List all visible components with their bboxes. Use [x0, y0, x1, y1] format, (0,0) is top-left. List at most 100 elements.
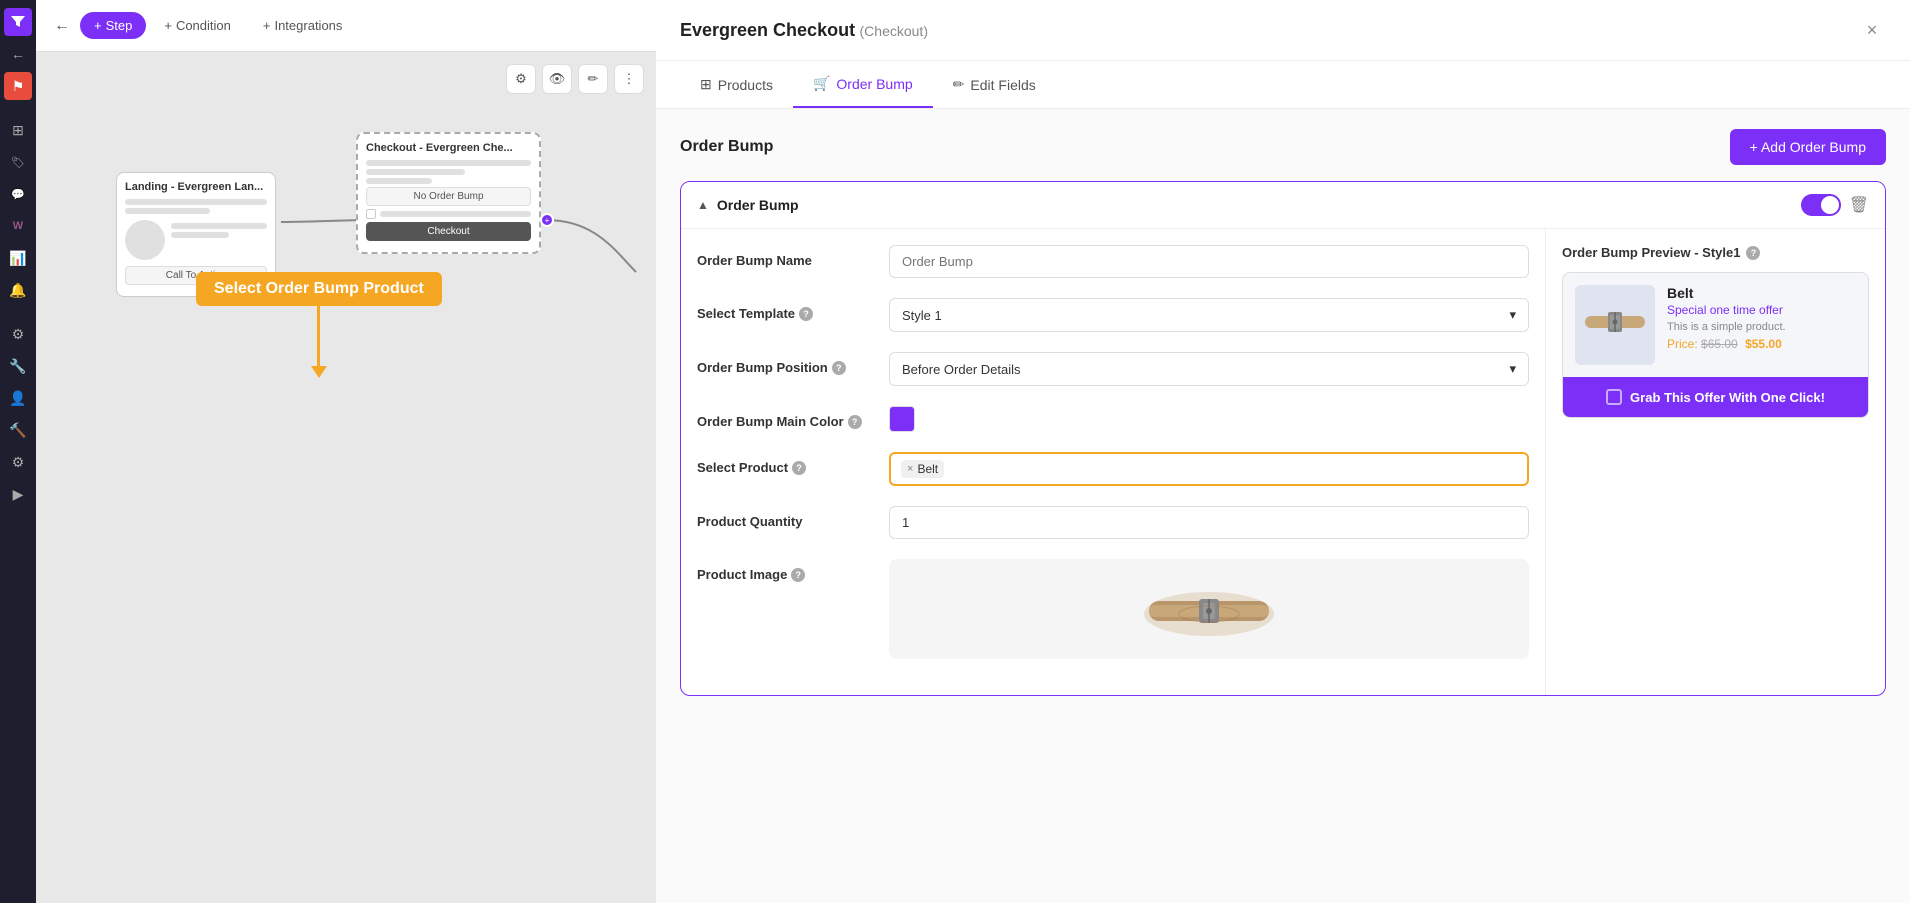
preview-info: Belt Special one time offer This is a si… [1667, 285, 1856, 365]
tab-edit-fields[interactable]: ✏ Edit Fields [933, 61, 1056, 108]
delete-order-bump-button[interactable]: 🗑 [1849, 195, 1869, 215]
flag-icon[interactable]: ⚑ [4, 72, 32, 100]
add-order-bump-button[interactable]: + Add Order Bump [1730, 129, 1886, 165]
landing-placeholder-3 [171, 223, 267, 229]
position-select[interactable]: Before Order Details ▾ [889, 352, 1529, 386]
user-icon[interactable]: 👤 [4, 384, 32, 412]
preview-section: Order Bump Preview - Style1 ? [1545, 229, 1885, 695]
more-tool[interactable]: ⋮ [614, 64, 644, 94]
landing-cta-btn[interactable]: Call To Action [125, 266, 267, 285]
chevron-icon[interactable]: ▲ [697, 198, 709, 212]
position-chevron: ▾ [1509, 361, 1516, 377]
form-row-quantity: Product Quantity [697, 506, 1529, 539]
preview-description: This is a simple product. [1667, 321, 1856, 333]
preview-product-name: Belt [1667, 285, 1856, 301]
preview-price: Price: $65.00 $55.00 [1667, 337, 1856, 351]
form-row-color: Order Bump Main Color ? [697, 406, 1529, 432]
grab-offer-button[interactable]: Grab This Offer With One Click! [1563, 377, 1868, 417]
landing-placeholder-2 [125, 208, 210, 214]
form-row-product: Select Product ? × Belt [697, 452, 1529, 486]
order-bump-toggle[interactable] [1801, 194, 1841, 216]
woo-icon[interactable]: W [4, 212, 32, 240]
preview-help-icon[interactable]: ? [1746, 246, 1760, 260]
tag-icon[interactable]: 🏷 [4, 148, 32, 176]
checkout-node[interactable]: Checkout - Evergreen Che... No Order Bum… [356, 132, 541, 254]
settings-tool[interactable]: ⚙ [506, 64, 536, 94]
name-input[interactable] [889, 245, 1529, 278]
preview-tool[interactable]: 👁 [542, 64, 572, 94]
grab-btn-label: Grab This Offer With One Click! [1630, 390, 1825, 405]
product-tag: × Belt [901, 460, 944, 478]
checkout-placeholder-1 [366, 160, 531, 166]
grid-icon[interactable]: ⊞ [4, 116, 32, 144]
position-value: Before Order Details [902, 362, 1021, 377]
panel-subtitle-text: (Checkout) [860, 23, 928, 39]
order-bump-tab-icon: 🛒 [813, 75, 830, 92]
form-row-position: Order Bump Position ? Before Order Detai… [697, 352, 1529, 386]
panel-header: Evergreen Checkout (Checkout) × [656, 0, 1910, 61]
color-help-icon[interactable]: ? [848, 415, 862, 429]
card-actions: 🗑 [1801, 194, 1869, 216]
template-help-icon[interactable]: ? [799, 307, 813, 321]
color-swatch[interactable] [889, 406, 915, 432]
product-help-icon[interactable]: ? [792, 461, 806, 475]
close-panel-button[interactable]: × [1858, 16, 1886, 44]
landing-placeholder-4 [171, 232, 229, 238]
quantity-input[interactable] [889, 506, 1529, 539]
tab-order-bump[interactable]: 🛒 Order Bump [793, 61, 933, 108]
chat-icon[interactable]: 💬 [4, 180, 32, 208]
edit-tool[interactable]: ✏ [578, 64, 608, 94]
tab-order-bump-label: Order Bump [836, 76, 912, 92]
checkout-placeholder-2 [366, 169, 465, 175]
tab-step[interactable]: + Step [80, 12, 146, 39]
right-panel: Evergreen Checkout (Checkout) × ⊞ Produc… [656, 0, 1910, 903]
template-select[interactable]: Style 1 ▾ [889, 298, 1529, 332]
order-bump-header: Order Bump + Add Order Bump [680, 129, 1886, 165]
tab-products[interactable]: ⊞ Products [680, 61, 793, 108]
order-bump-card-title-text: Order Bump [717, 197, 799, 213]
position-label: Order Bump Position ? [697, 352, 877, 375]
settings-icon[interactable]: ⚙ [4, 320, 32, 348]
template-label: Select Template ? [697, 298, 877, 321]
chart-icon[interactable]: 📊 [4, 244, 32, 272]
back-button[interactable]: ← [48, 12, 76, 40]
tab-integrations-label: Integrations [274, 18, 342, 33]
connector-right[interactable] [540, 213, 554, 227]
image-help-icon[interactable]: ? [791, 568, 805, 582]
wrench-icon[interactable]: 🔧 [4, 352, 32, 380]
play-icon[interactable]: ▶ [4, 480, 32, 508]
tool-icon[interactable]: 🔨 [4, 416, 32, 444]
tab-integrations[interactable]: + Integrations [249, 12, 357, 39]
annotation-arrow [317, 306, 320, 366]
sliders-icon[interactable]: ⚙ [4, 448, 32, 476]
product-tag-remove[interactable]: × [907, 463, 913, 475]
no-order-bump-btn[interactable]: No Order Bump [366, 187, 531, 206]
landing-node[interactable]: Landing - Evergreen Lan... Call To Actio… [116, 172, 276, 297]
order-bump-card-title: ▲ Order Bump [697, 197, 799, 213]
tab-edit-fields-label: Edit Fields [970, 77, 1035, 93]
preview-title: Order Bump Preview - Style1 ? [1562, 245, 1869, 260]
order-bump-section-title: Order Bump [680, 138, 773, 156]
back-icon[interactable]: ← [4, 40, 32, 68]
card-body: Order Bump Name Select Template ? Style … [681, 229, 1885, 695]
bell-icon[interactable]: 🔔 [4, 276, 32, 304]
preview-product-area: Belt Special one time offer This is a si… [1563, 273, 1868, 377]
landing-placeholder-1 [125, 199, 267, 205]
checkout-placeholder-4 [380, 211, 531, 217]
tab-step-label: Step [106, 18, 133, 33]
color-label: Order Bump Main Color ? [697, 406, 877, 429]
canvas-area: ← + Step + Condition + Integrations ⚙ 👁 … [36, 0, 656, 903]
tab-condition[interactable]: + Condition [150, 12, 245, 39]
product-select-field[interactable]: × Belt [889, 452, 1529, 486]
landing-node-header: Landing - Evergreen Lan... [125, 181, 267, 193]
edit-fields-tab-icon: ✏ [953, 76, 965, 93]
checkout-btn[interactable]: Checkout [366, 222, 531, 241]
products-tab-icon: ⊞ [700, 76, 712, 93]
name-label: Order Bump Name [697, 245, 877, 268]
position-help-icon[interactable]: ? [832, 361, 846, 375]
checkout-node-header: Checkout - Evergreen Che... [366, 142, 531, 154]
canvas-tools: ⚙ 👁 ✏ ⋮ [506, 64, 644, 94]
funnel-icon[interactable] [4, 8, 32, 36]
product-label: Select Product ? [697, 452, 877, 475]
template-value: Style 1 [902, 308, 942, 323]
